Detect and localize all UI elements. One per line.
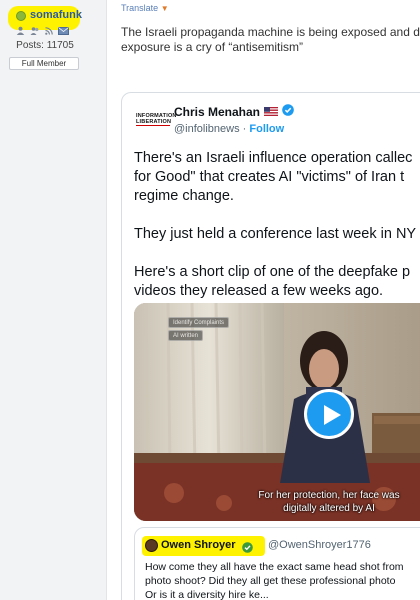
user-action-icons [16,26,69,35]
tweet-paragraph: Here's a short clip of one of the deepfa… [134,264,411,299]
profile-icon[interactable] [16,26,25,35]
video-caption: For her protection, her face was digital… [258,490,400,514]
tweet-body: There's an Israeli influence operation c… [134,149,420,320]
follow-button[interactable]: Follow [249,123,284,135]
video-badge-1: Identify Complaints [168,317,230,328]
play-button[interactable] [304,389,354,439]
rss-icon[interactable] [45,26,53,35]
us-flag-icon [264,105,279,119]
email-icon[interactable] [58,26,69,35]
quote-author-name[interactable]: Owen Shroyer [161,539,236,551]
video-badge-2: AI written [168,330,204,341]
quote-text: How come they all have the exact same he… [145,561,404,600]
post-text-line: The Israeli propaganda machine is being … [121,25,420,39]
tweet-handle-row: @infolibnews · Follow [174,123,284,135]
user-info-panel: somafunk Posts: 11705 Full Member [0,0,107,600]
handle-separator: · [239,123,250,135]
online-status-icon [16,11,26,21]
translate-label: Translate [121,3,159,13]
verified-icon [282,104,294,119]
quote-author-avatar[interactable] [145,539,158,552]
post-text-line: exposure is a cry of “antisemitism” [121,40,304,54]
member-rank-badge: Full Member [9,57,79,70]
quote-author-handle[interactable]: @OwenShroyer1776 [268,539,371,551]
post-count: Posts: 11705 [16,40,74,51]
username-link[interactable]: somafunk [30,9,82,21]
tweet-video[interactable]: Identify Complaints AI written For her p… [134,303,420,521]
tweet-paragraph: There's an Israeli influence operation c… [134,150,413,204]
author-handle[interactable]: @infolibnews [174,123,240,135]
embedded-tweet[interactable]: INFORMATION LIBERATION Chris Menahan @in… [121,92,420,600]
author-name: Chris Menahan [174,104,261,119]
post-body: The Israeli propaganda machine is being … [121,25,420,55]
tweet-paragraph: They just held a conference last week in… [134,226,417,242]
play-icon [324,405,341,425]
chevron-down-icon: ▼ [160,4,169,13]
verified-gold-icon [242,540,253,558]
translate-link[interactable]: Translate ▼ [121,3,169,13]
author-avatar[interactable]: INFORMATION LIBERATION [136,113,176,131]
quoted-tweet[interactable]: Owen Shroyer @OwenShroyer1776 How come t… [134,527,420,600]
buddy-icon[interactable] [30,26,40,35]
tweet-author[interactable]: Chris Menahan [174,104,294,119]
